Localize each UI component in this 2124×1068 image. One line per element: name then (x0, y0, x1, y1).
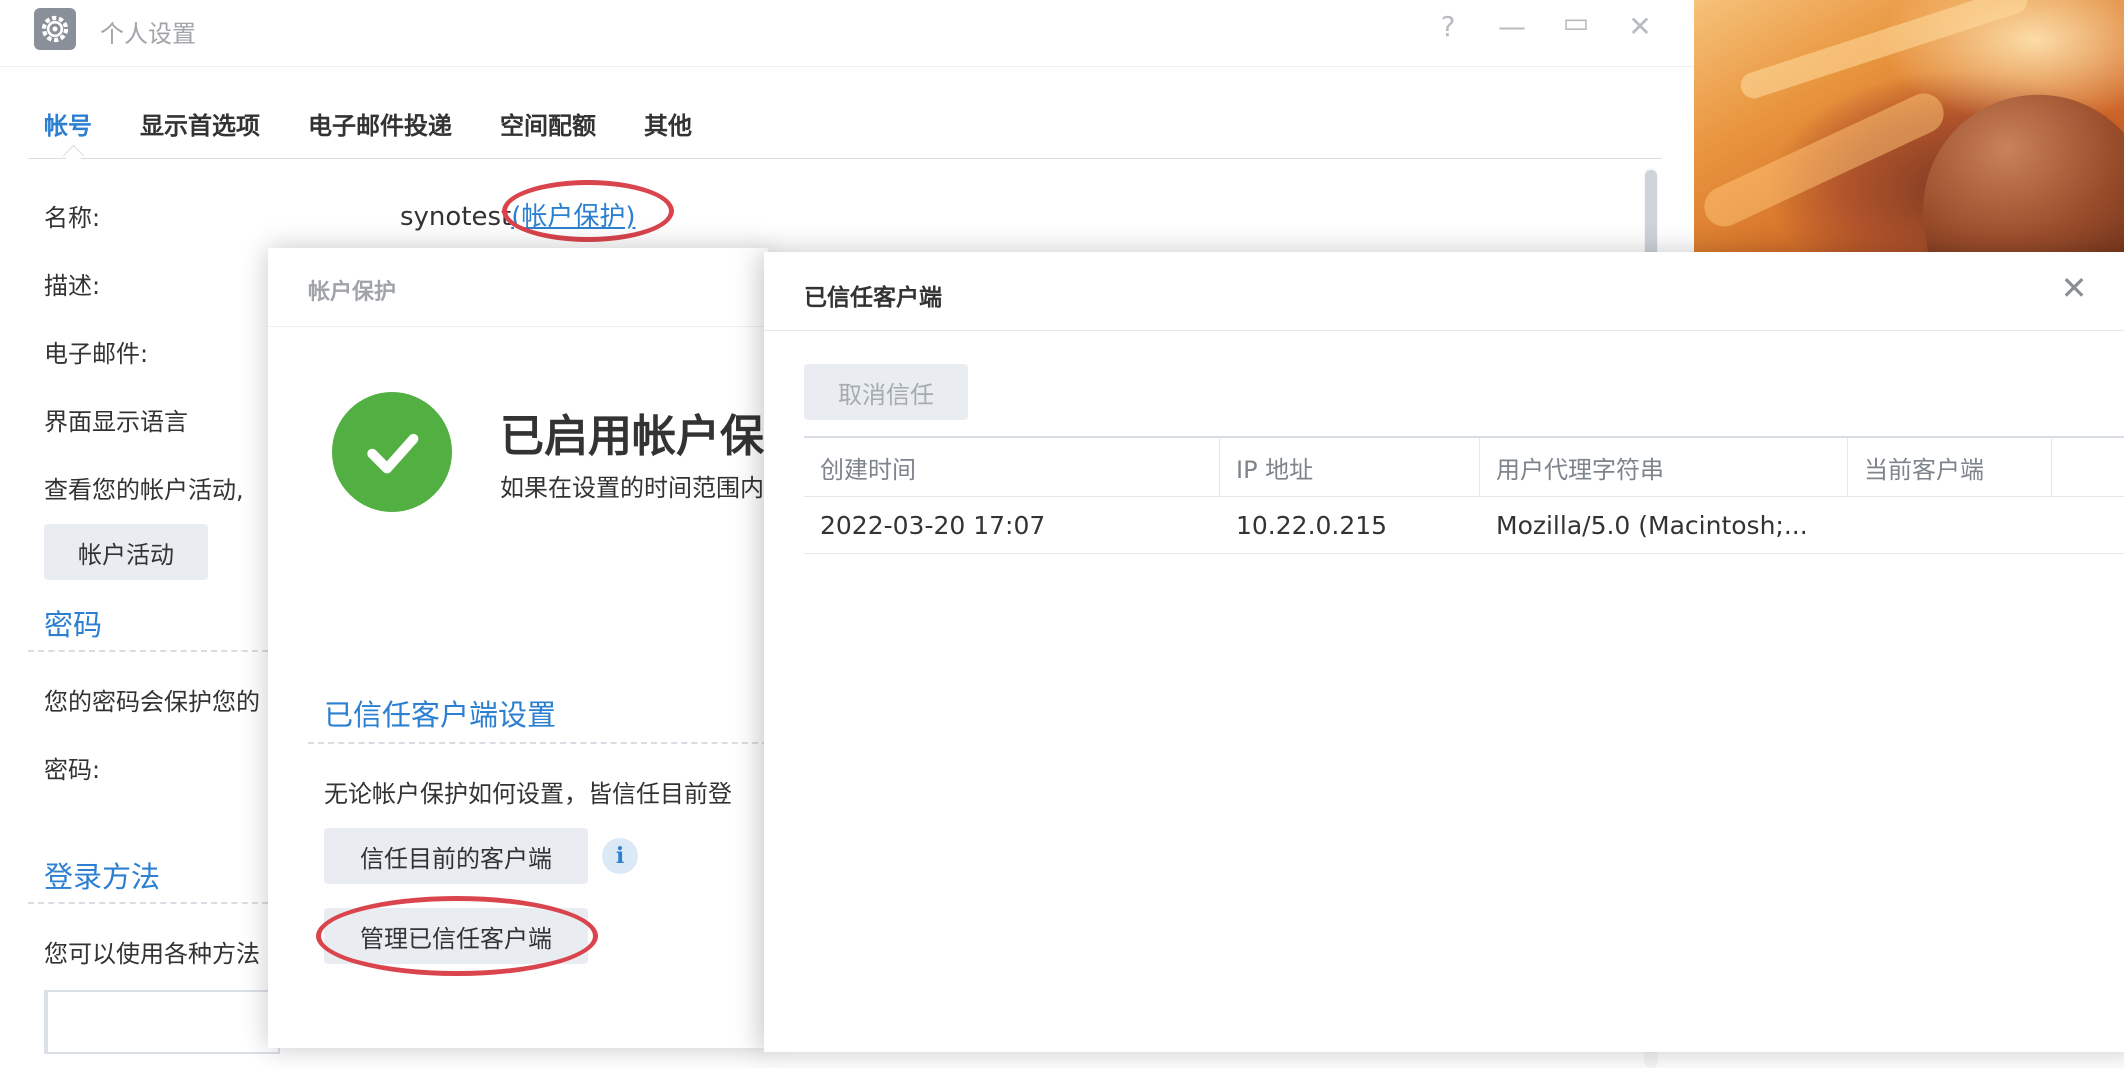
cell-ip: 10.22.0.215 (1236, 510, 1388, 540)
tab-others[interactable]: 其他 (644, 106, 692, 141)
cell-created: 2022-03-20 17:07 (820, 510, 1046, 540)
cell-user-agent: Mozilla/5.0 (Macintosh;... (1496, 510, 1808, 540)
trusted-clients-dialog: 已信任客户端 ✕ 取消信任 创建时间 IP 地址 用户代理字符串 当前客户端 2… (764, 252, 2124, 1052)
revoke-trust-button[interactable]: 取消信任 (804, 364, 968, 420)
highlight-circle (502, 180, 674, 242)
trusted-description: 无论帐户保护如何设置，皆信任目前登 (324, 780, 732, 808)
protection-subtext: 如果在设置的时间范围内 (500, 474, 764, 502)
login-method-description: 您可以使用各种方法 (44, 940, 260, 968)
window-title: 个人设置 (100, 20, 196, 48)
maximize-icon[interactable]: ▭ (1556, 6, 1596, 39)
column-header-user-agent[interactable]: 用户代理字符串 (1480, 438, 1848, 496)
column-header-current-client[interactable]: 当前客户端 (1848, 438, 2052, 496)
window-titlebar: 个人设置 ? — ▭ ✕ (0, 0, 1694, 67)
dialog-header: 帐户保护 (268, 248, 768, 327)
trusted-clients-settings-title: 已信任客户端设置 (324, 698, 557, 732)
trusted-clients-table: 创建时间 IP 地址 用户代理字符串 当前客户端 2022-03-20 17:0… (804, 436, 2124, 554)
dialog-title: 已信任客户端 (804, 285, 942, 311)
description-label: 描述: (44, 272, 101, 300)
help-icon[interactable]: ? (1428, 10, 1468, 43)
password-section-title: 密码 (44, 608, 103, 642)
account-protection-dialog: 帐户保护 已启用帐户保 如果在设置的时间范围内 已信任客户端设置 无论帐户保护如… (268, 248, 768, 1048)
tab-account[interactable]: 帐号 (44, 106, 92, 141)
name-label: 名称: (44, 204, 101, 232)
tab-quota[interactable]: 空间配额 (500, 106, 596, 141)
column-header-ip[interactable]: IP 地址 (1220, 438, 1480, 496)
check-circle-icon (332, 392, 452, 512)
tab-email-delivery[interactable]: 电子邮件投递 (308, 106, 452, 141)
protection-enabled-heading: 已启用帐户保 (500, 411, 764, 462)
settings-tabs: 帐号 显示首选项 电子邮件投递 空间配额 其他 (28, 100, 1662, 167)
password-description: 您的密码会保护您的 (44, 688, 260, 716)
language-label: 界面显示语言 (44, 408, 188, 436)
dialog-header: 已信任客户端 ✕ (764, 252, 2124, 331)
close-icon[interactable]: ✕ (1620, 10, 1660, 43)
section-divider (28, 902, 268, 904)
table-row[interactable]: 2022-03-20 17:07 10.22.0.215 Mozilla/5.0… (804, 497, 2124, 554)
info-icon[interactable]: i (602, 838, 638, 874)
highlight-circle (316, 896, 598, 976)
active-tab-caret (62, 144, 85, 167)
dialog-title: 帐户保护 (308, 280, 397, 305)
section-divider (308, 742, 768, 744)
settings-gear-icon (34, 8, 76, 50)
login-method-section-title: 登录方法 (44, 860, 161, 894)
email-label: 电子邮件: (44, 340, 149, 368)
activity-text: 查看您的帐户活动, (44, 476, 244, 504)
trust-current-client-button[interactable]: 信任目前的客户端 (324, 828, 588, 884)
minimize-icon[interactable]: — (1492, 10, 1532, 43)
username-text: synotest (400, 202, 512, 232)
wallpaper-streak (1697, 86, 1951, 234)
tab-display-preferences[interactable]: 显示首选项 (140, 106, 260, 141)
section-divider (28, 650, 268, 652)
password-label: 密码: (44, 756, 101, 784)
desktop-wallpaper (1694, 0, 2124, 281)
login-method-box (44, 990, 280, 1054)
close-icon[interactable]: ✕ (2054, 268, 2094, 308)
table-header: 创建时间 IP 地址 用户代理字符串 当前客户端 (804, 436, 2124, 497)
account-activity-button[interactable]: 帐户活动 (44, 524, 208, 580)
cell-current-client (1848, 497, 2052, 553)
wallpaper-streak (1737, 0, 2031, 102)
column-header-created[interactable]: 创建时间 (804, 438, 1220, 496)
